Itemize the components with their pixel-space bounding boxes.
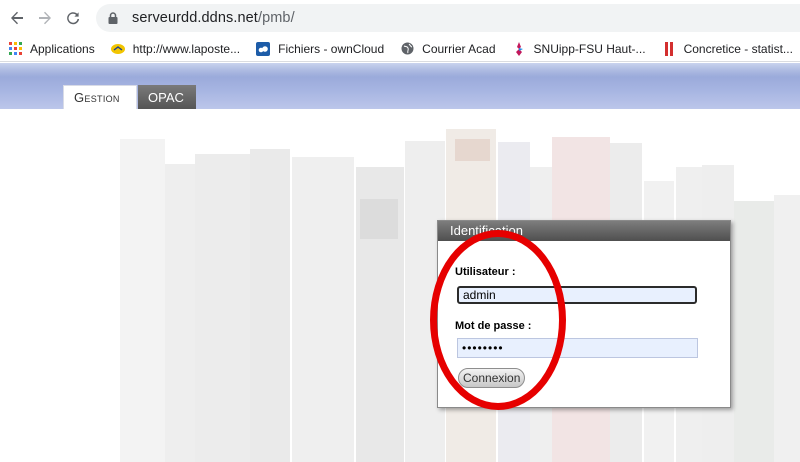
address-bar[interactable]: serveurdd.ddns.net/pmb/ <box>96 4 800 32</box>
concretice-icon <box>662 41 676 56</box>
back-arrow-icon[interactable] <box>6 7 28 29</box>
bookmark-laposte[interactable]: http://www.laposte... <box>107 37 244 61</box>
bookmark-courrier[interactable]: Courrier Acad <box>396 37 499 61</box>
reload-icon[interactable] <box>62 7 84 29</box>
tab-gestion[interactable]: Gestion <box>63 85 137 109</box>
bookmark-label: http://www.laposte... <box>132 41 241 56</box>
url-text: serveurdd.ddns.net/pmb/ <box>132 10 295 26</box>
forward-arrow-icon[interactable] <box>34 7 56 29</box>
snuipp-icon <box>512 41 526 56</box>
bookmark-label: Concretice - statist... <box>683 41 793 56</box>
apps-grid-icon <box>8 42 22 56</box>
lock-icon <box>108 12 118 24</box>
bookmarks-bar: Applications http://www.laposte... Fichi… <box>0 36 800 62</box>
bookmark-concretice[interactable]: Concretice - statist... <box>658 37 797 61</box>
bookmark-owncloud[interactable]: Fichiers - ownCloud <box>252 37 388 61</box>
bookmark-label: Applications <box>30 41 95 56</box>
laposte-icon <box>110 42 125 56</box>
browser-toolbar: serveurdd.ddns.net/pmb/ <box>0 0 800 36</box>
tab-opac[interactable]: OPAC <box>138 85 196 109</box>
bookmark-applications[interactable]: Applications <box>4 37 99 61</box>
annotation-circle <box>430 230 566 410</box>
bookmark-snuipp[interactable]: SNUipp-FSU Haut-... <box>508 37 650 61</box>
globe-icon <box>400 42 414 56</box>
bookmark-label: SNUipp-FSU Haut-... <box>533 41 646 56</box>
bookmark-label: Fichiers - ownCloud <box>278 41 385 56</box>
bookmark-label: Courrier Acad <box>422 41 496 56</box>
owncloud-icon <box>256 41 271 56</box>
